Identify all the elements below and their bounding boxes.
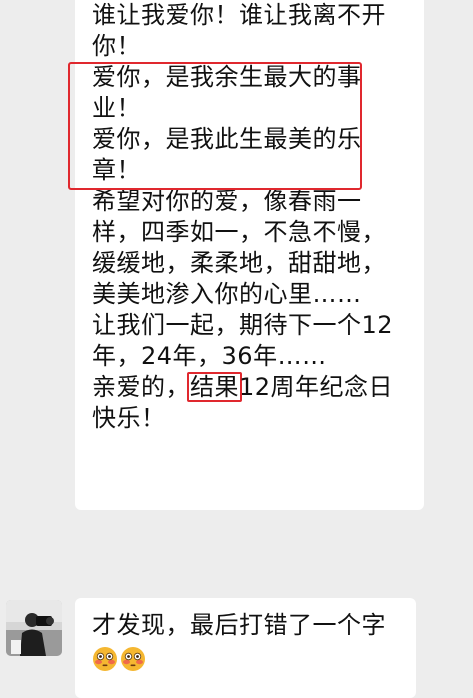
avatar[interactable]: [6, 600, 62, 656]
message-line: 美美地渗入你的心里……: [92, 280, 362, 308]
message-line: 爱你，是我此生最美的乐: [92, 125, 362, 153]
message-text: 谁让我爱你！谁让我离不开 你！ 爱你，是我余生最大的事 业！ 爱你，是我此生最美…: [92, 0, 412, 434]
message-text: 才发现，最后打错了一个字: [92, 610, 412, 673]
highlighted-typo-word: 结果: [187, 372, 242, 402]
message-line: 样，四季如一，不急不慢，: [92, 218, 386, 246]
message-line: 快乐！: [92, 404, 166, 432]
emoji-row: [92, 643, 412, 673]
message-line-anniversary: 亲爱的，结果12周年纪念日: [92, 372, 412, 403]
message-line: 爱你，是我余生最大的事: [92, 63, 362, 91]
message-line: 缓缓地，柔柔地，甜甜地，: [92, 249, 386, 277]
message-bubble-received[interactable]: 才发现，最后打错了一个字: [75, 598, 416, 698]
flushed-face-icon: [121, 647, 145, 671]
message-line: 才发现，最后打错了一个字: [92, 611, 386, 639]
flushed-face-icon: [93, 647, 117, 671]
message-line: 让我们一起，期待下一个12: [92, 311, 394, 339]
message-line: 章！: [92, 156, 141, 184]
message-line: 你！: [92, 32, 141, 60]
line-prefix: 亲爱的，: [92, 373, 190, 401]
message-line: 希望对你的爱，像春雨一: [92, 187, 362, 215]
message-line: 业！: [92, 94, 141, 122]
photographer-avatar-icon: [6, 600, 62, 656]
line-suffix: 12周年纪念日: [239, 373, 394, 401]
message-line: 年，24年，36年……: [92, 342, 327, 370]
message-bubble-received[interactable]: 谁让我爱你！谁让我离不开 你！ 爱你，是我余生最大的事 业！ 爱你，是我此生最美…: [75, 0, 424, 510]
message-line: 谁让我爱你！谁让我离不开: [92, 1, 386, 29]
